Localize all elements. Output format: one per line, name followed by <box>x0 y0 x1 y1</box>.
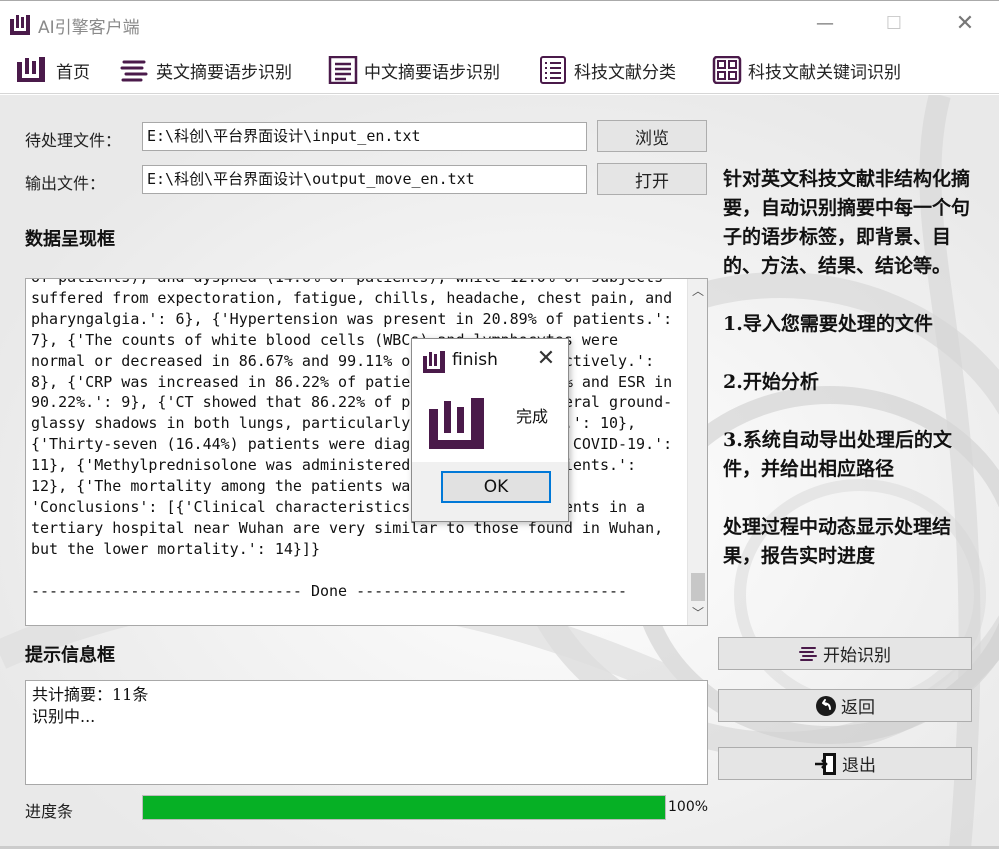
grid-icon <box>712 56 742 84</box>
tab-home[interactable]: 首页 <box>16 54 90 86</box>
info-line-total: 共计摘要：11条 <box>32 685 149 704</box>
scrollbar-thumb[interactable] <box>691 573 705 601</box>
description-intro: 针对英文科技文献非结构化摘要，自动识别摘要中每一个句子的语步标签，即背景、目的、… <box>723 168 971 277</box>
title-bar: AI引擎客户端 — ☐ ✕ <box>0 0 999 46</box>
ok-button[interactable]: OK <box>441 471 551 503</box>
dialog-close-button[interactable]: ✕ <box>532 345 560 373</box>
tab-home-label: 首页 <box>56 62 90 83</box>
data-scrollbar[interactable]: ︿ ﹀ <box>687 279 707 625</box>
chevron-up-icon[interactable]: ︿ <box>688 281 707 301</box>
exit-button[interactable]: 退出 <box>718 747 972 780</box>
start-recognition-button[interactable]: 开始识别 <box>718 637 972 670</box>
description-panel: 针对英文科技文献非结构化摘要，自动识别摘要中每一个句子的语步标签，即背景、目的、… <box>723 165 983 600</box>
window-title: AI引擎客户端 <box>38 18 140 38</box>
progress-bar <box>142 795 666 820</box>
list-lines-icon <box>799 646 817 661</box>
app-logo-icon <box>423 351 445 373</box>
tab-english-move-label: 英文摘要语步识别 <box>156 62 292 83</box>
open-button[interactable]: 打开 <box>597 163 707 195</box>
start-recognition-label: 开始识别 <box>823 646 891 666</box>
dialog-title: finish <box>452 350 498 370</box>
progress-bar-fill <box>143 796 665 819</box>
info-panel-title: 提示信息框 <box>25 645 115 666</box>
data-display-box[interactable]: of patients), and dyspnea (14.6% of pati… <box>25 278 708 626</box>
description-step-3: 3.系统自动导出处理后的文件，并给出相应路径 <box>723 429 952 480</box>
app-logo-icon <box>10 15 30 35</box>
tab-literature-classification[interactable]: 科技文献分类 <box>538 54 676 86</box>
exit-label: 退出 <box>842 756 876 776</box>
app-logo-icon <box>429 398 484 449</box>
list-icon <box>540 56 566 84</box>
back-label: 返回 <box>841 698 875 718</box>
info-line-status: 识别中... <box>32 707 96 726</box>
input-file-field[interactable]: E:\科创\平台界面设计\input_en.txt <box>142 122 587 151</box>
output-file-label: 输出文件： <box>25 174 106 193</box>
progress-label: 进度条 <box>25 802 74 821</box>
close-button[interactable]: ✕ <box>950 11 980 37</box>
tab-english-move-recognition[interactable]: 英文摘要语步识别 <box>120 54 292 86</box>
exit-door-icon <box>815 752 836 775</box>
tab-keyword-label: 科技文献关键词识别 <box>748 62 901 83</box>
tab-chinese-move-recognition[interactable]: 中文摘要语步识别 <box>328 54 500 86</box>
data-panel-title: 数据呈现框 <box>25 229 115 250</box>
browse-button[interactable]: 浏览 <box>597 120 707 152</box>
document-icon <box>328 56 358 84</box>
main-toolbar: 首页 英文摘要语步识别 中文摘要语步识别 科技文献分类 科技文献关键词识别 <box>0 46 999 94</box>
dialog-footer: OK <box>412 462 568 521</box>
tab-keyword-recognition[interactable]: 科技文献关键词识别 <box>712 54 901 86</box>
tab-chinese-move-label: 中文摘要语步识别 <box>364 62 500 83</box>
input-file-label: 待处理文件： <box>25 131 122 150</box>
data-display-text: of patients), and dyspnea (14.6% of pati… <box>31 279 673 600</box>
minimize-button[interactable]: — <box>810 11 840 37</box>
description-step-2: 2.开始分析 <box>723 371 819 393</box>
dialog-message: 完成 <box>516 407 549 426</box>
info-message-box[interactable]: 共计摘要：11条 识别中... <box>25 680 708 785</box>
list-lines-icon <box>120 60 148 82</box>
chevron-down-icon[interactable]: ﹀ <box>688 603 707 623</box>
tab-classification-label: 科技文献分类 <box>574 62 676 83</box>
progress-percent: 100% <box>668 799 709 815</box>
output-file-field[interactable]: E:\科创\平台界面设计\output_move_en.txt <box>142 165 587 194</box>
back-arrow-icon <box>816 695 836 716</box>
description-note: 处理过程中动态显示处理结果，报告实时进度 <box>723 516 952 567</box>
maximize-button[interactable]: ☐ <box>879 11 909 37</box>
finish-dialog: finish ✕ 完成 OK <box>411 338 569 522</box>
description-step-1: 1.导入您需要处理的文件 <box>723 313 933 335</box>
app-logo-icon <box>17 57 45 82</box>
back-button[interactable]: 返回 <box>718 689 972 722</box>
